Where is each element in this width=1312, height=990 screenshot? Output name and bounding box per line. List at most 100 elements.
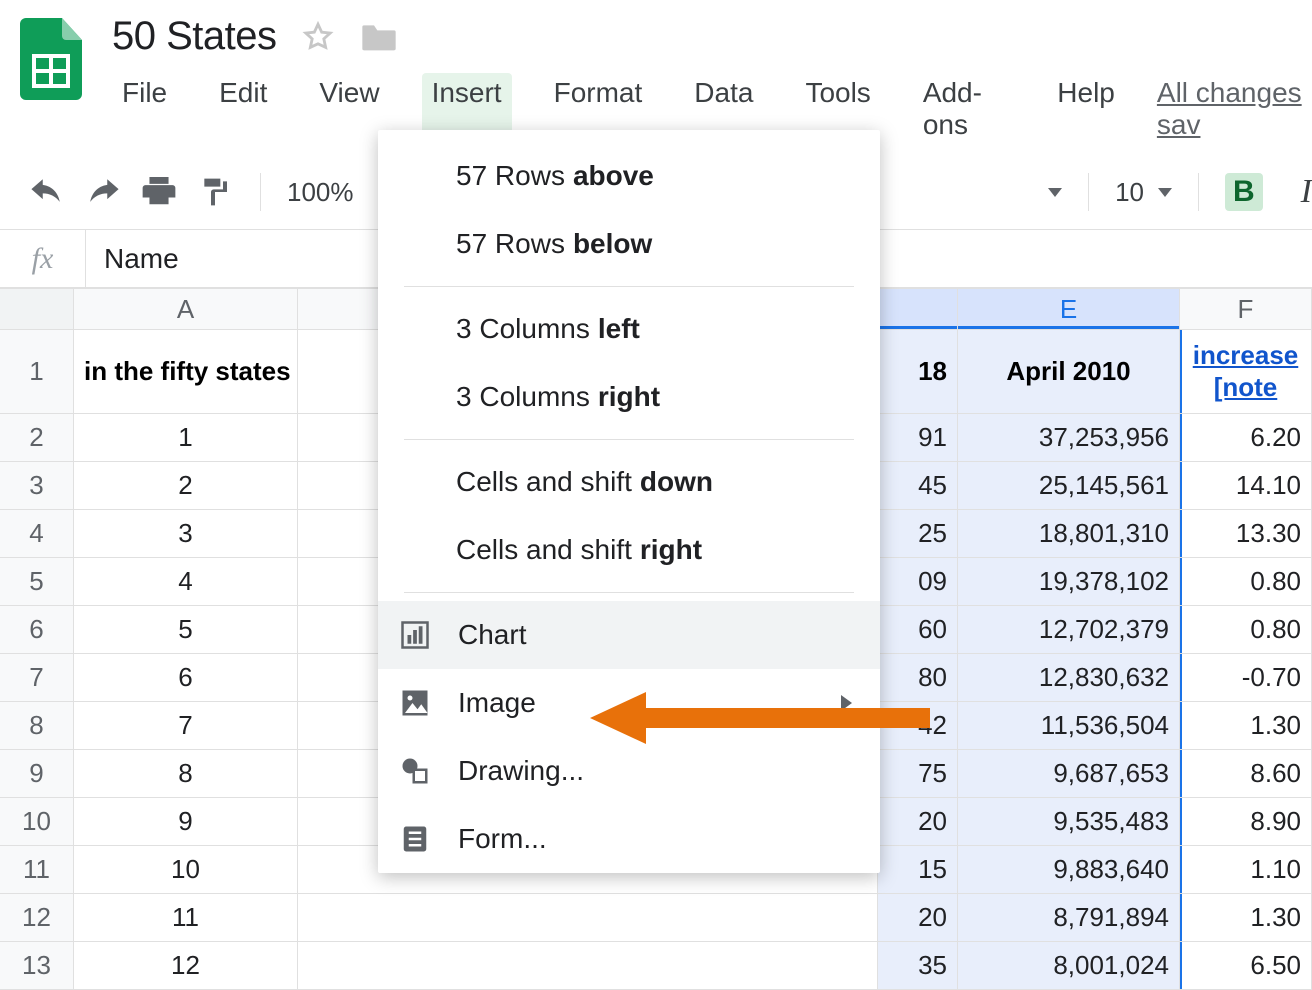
cell-D5[interactable]: 09 [878, 558, 958, 606]
print-icon[interactable] [140, 173, 178, 211]
cell-A8[interactable]: 7 [74, 702, 298, 750]
undo-icon[interactable] [28, 173, 66, 211]
cell-A1[interactable]: in the fifty states in sta [74, 330, 298, 414]
menu-addons[interactable]: Add-ons [913, 73, 1015, 145]
cell-A6[interactable]: 5 [74, 606, 298, 654]
italic-button[interactable]: I [1281, 173, 1312, 211]
row-header-5[interactable]: 5 [0, 558, 74, 606]
row-header-1[interactable]: 1 [0, 330, 74, 414]
cell-F10[interactable]: 8.90 [1180, 798, 1312, 846]
cell-F1[interactable]: increase [note [1180, 330, 1312, 414]
cell-A13[interactable]: 12 [74, 942, 298, 990]
cell-D4[interactable]: 25 [878, 510, 958, 558]
cell-E10[interactable]: 9,535,483 [958, 798, 1180, 846]
drawing-icon [396, 756, 434, 786]
cell-A9[interactable]: 8 [74, 750, 298, 798]
dd-text: Cells and shift [456, 534, 632, 566]
cell-F13[interactable]: 6.50 [1180, 942, 1312, 990]
row-header-4[interactable]: 4 [0, 510, 74, 558]
row-header-10[interactable]: 10 [0, 798, 74, 846]
cell-A3[interactable]: 2 [74, 462, 298, 510]
row-header-6[interactable]: 6 [0, 606, 74, 654]
cell-F4[interactable]: 13.30 [1180, 510, 1312, 558]
cell-D3[interactable]: 45 [878, 462, 958, 510]
redo-icon[interactable] [84, 173, 122, 211]
insert-cells-down[interactable]: Cells and shift down [378, 448, 880, 516]
insert-cols-right[interactable]: 3 Columns right [378, 363, 880, 431]
cell-E5[interactable]: 19,378,102 [958, 558, 1180, 606]
row-header-9[interactable]: 9 [0, 750, 74, 798]
cell-F7[interactable]: -0.70 [1180, 654, 1312, 702]
cell-E4[interactable]: 18,801,310 [958, 510, 1180, 558]
row-header-3[interactable]: 3 [0, 462, 74, 510]
select-all-corner[interactable] [0, 288, 74, 330]
cell-E2[interactable]: 37,253,956 [958, 414, 1180, 462]
document-title[interactable]: 50 States [112, 14, 277, 59]
row-header-2[interactable]: 2 [0, 414, 74, 462]
cell-E11[interactable]: 9,883,640 [958, 846, 1180, 894]
bold-button[interactable]: B [1225, 173, 1263, 211]
cell-D6[interactable]: 60 [878, 606, 958, 654]
star-icon[interactable] [301, 20, 335, 54]
cell-F5[interactable]: 0.80 [1180, 558, 1312, 606]
cell-A10[interactable]: 9 [74, 798, 298, 846]
cell-D1[interactable]: 18 [878, 330, 958, 414]
cell-F8[interactable]: 1.30 [1180, 702, 1312, 750]
menu-edit[interactable]: Edit [209, 73, 277, 145]
save-status[interactable]: All changes sav [1157, 73, 1312, 145]
col-header-E[interactable]: E [958, 288, 1180, 330]
cell-F2[interactable]: 6.20 [1180, 414, 1312, 462]
col-header-D-partial[interactable] [878, 288, 958, 330]
cell-F6[interactable]: 0.80 [1180, 606, 1312, 654]
sheets-logo[interactable] [20, 18, 82, 100]
cell-D10[interactable]: 20 [878, 798, 958, 846]
cell-E7[interactable]: 12,830,632 [958, 654, 1180, 702]
cell-E13[interactable]: 8,001,024 [958, 942, 1180, 990]
font-size-value: 10 [1115, 177, 1144, 208]
row-header-8[interactable]: 8 [0, 702, 74, 750]
cell-E3[interactable]: 25,145,561 [958, 462, 1180, 510]
cell-F9[interactable]: 8.60 [1180, 750, 1312, 798]
insert-form[interactable]: Form... [378, 805, 880, 873]
cell-F3[interactable]: 14.10 [1180, 462, 1312, 510]
row-header-11[interactable]: 11 [0, 846, 74, 894]
cell-A2[interactable]: 1 [74, 414, 298, 462]
col-header-F[interactable]: F [1180, 288, 1312, 330]
insert-chart[interactable]: Chart [378, 601, 880, 669]
fx-icon[interactable]: fx [0, 230, 86, 287]
dropdown-caret-icon[interactable] [1048, 188, 1062, 197]
move-folder-icon[interactable] [359, 20, 399, 54]
row-header-7[interactable]: 7 [0, 654, 74, 702]
font-size-select[interactable]: 10 [1115, 177, 1172, 208]
cell-D2[interactable]: 91 [878, 414, 958, 462]
cell-A7[interactable]: 6 [74, 654, 298, 702]
cell-A5[interactable]: 4 [74, 558, 298, 606]
paint-format-icon[interactable] [196, 173, 234, 211]
insert-cols-left[interactable]: 3 Columns left [378, 295, 880, 363]
insert-rows-below[interactable]: 57 Rows below [378, 210, 880, 278]
cell-D13[interactable]: 35 [878, 942, 958, 990]
cell-E6[interactable]: 12,702,379 [958, 606, 1180, 654]
row-header-13[interactable]: 13 [0, 942, 74, 990]
menu-file[interactable]: File [112, 73, 177, 145]
cell-D11[interactable]: 15 [878, 846, 958, 894]
cell-D9[interactable]: 75 [878, 750, 958, 798]
cell-A4[interactable]: 3 [74, 510, 298, 558]
cell-E12[interactable]: 8,791,894 [958, 894, 1180, 942]
cell-F12[interactable]: 1.30 [1180, 894, 1312, 942]
cell-E8[interactable]: 11,536,504 [958, 702, 1180, 750]
cell-D12[interactable]: 20 [878, 894, 958, 942]
cell-A11[interactable]: 10 [74, 846, 298, 894]
dd-text: Cells and shift [456, 466, 632, 498]
zoom-level[interactable]: 100% [287, 177, 354, 208]
row-header-12[interactable]: 12 [0, 894, 74, 942]
insert-cells-right[interactable]: Cells and shift right [378, 516, 880, 584]
formula-input[interactable]: Name [86, 243, 179, 275]
col-header-A[interactable]: A [74, 288, 298, 330]
cell-E1[interactable]: April 2010 [958, 330, 1180, 414]
insert-rows-above[interactable]: 57 Rows above [378, 142, 880, 210]
menu-help[interactable]: Help [1047, 73, 1125, 145]
cell-F11[interactable]: 1.10 [1180, 846, 1312, 894]
cell-A12[interactable]: 11 [74, 894, 298, 942]
cell-E9[interactable]: 9,687,653 [958, 750, 1180, 798]
